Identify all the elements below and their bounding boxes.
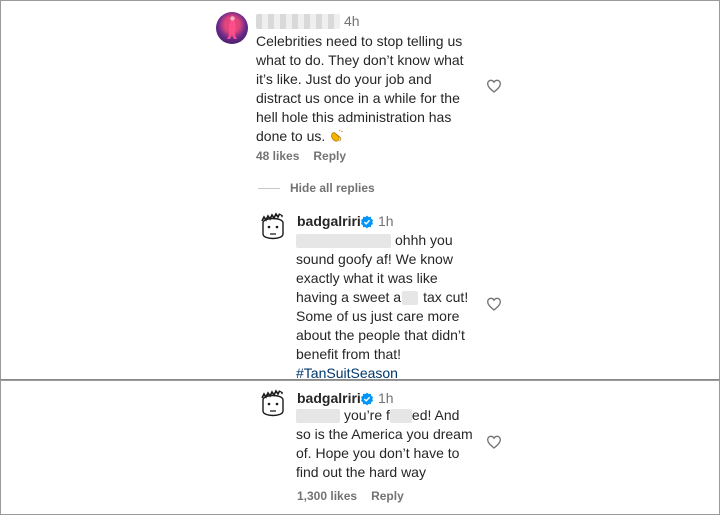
like-heart-icon[interactable]	[486, 78, 502, 94]
redacted-mention	[296, 409, 340, 424]
reply-text: ohhh you sound goofy af! We know exactly…	[296, 231, 468, 383]
comment-line: it’s like. Just do your job and	[256, 71, 432, 87]
reply-button[interactable]: Reply	[313, 149, 346, 163]
clapping-hands-icon	[331, 129, 343, 142]
commenter-username-redacted[interactable]	[256, 13, 340, 31]
reply-line: benefit from that!	[296, 346, 402, 362]
reply-actions: 1,300 likes Reply	[297, 489, 404, 503]
likes-count[interactable]: 48 likes	[256, 149, 299, 163]
reply-timestamp: 1h	[378, 390, 394, 406]
reply-line: of. Hope you don’t have to	[296, 445, 460, 461]
comment-timestamp: 4h	[344, 13, 360, 29]
verified-badge-icon	[360, 215, 374, 229]
hashtag-link[interactable]: #TanSuitSeason	[296, 364, 468, 383]
reply-username[interactable]: badgalriri	[297, 390, 361, 406]
doodle-face-icon	[261, 389, 285, 417]
redacted-word	[402, 291, 419, 306]
reply-line: you’re f	[344, 407, 390, 423]
verified-badge-icon	[360, 392, 374, 406]
badgalriri-avatar[interactable]	[257, 389, 289, 421]
avatar-figure-icon	[227, 16, 237, 39]
reply-line: so is the America you dream	[296, 426, 473, 442]
reply-line: sound goofy af! We know	[296, 251, 453, 267]
redacted-word	[389, 409, 412, 424]
reply-username[interactable]: badgalriri	[297, 213, 361, 229]
comment-actions: 48 likes Reply	[256, 149, 346, 163]
hide-all-replies-button[interactable]: Hide all replies	[290, 181, 375, 195]
reply-line: ohhh you	[395, 232, 453, 248]
likes-count[interactable]: 1,300 likes	[297, 489, 357, 503]
reply-text: you’re f ed! And so is the America you dr…	[296, 406, 473, 482]
reply-line: ed! And	[411, 407, 460, 423]
comment-line: what to do. They don’t know what	[256, 52, 464, 68]
reply-line: Some of us just care more	[296, 308, 460, 324]
reply-timestamp: 1h	[378, 213, 394, 229]
reply-line: having a sweet a	[296, 289, 402, 305]
hide-replies-row[interactable]: Hide all replies	[258, 181, 375, 195]
badgalriri-avatar[interactable]	[257, 212, 289, 244]
comment-line: Celebrities need to stop telling us	[256, 33, 463, 49]
comment-line: done to us.	[256, 128, 326, 144]
comment-text: Celebrities need to stop telling us what…	[256, 32, 464, 146]
reply-line: find out the hard way	[296, 464, 426, 480]
reply-line: tax cut!	[423, 289, 469, 305]
reply-button[interactable]: Reply	[371, 489, 404, 503]
doodle-face-icon	[261, 212, 285, 240]
commenter-avatar[interactable]	[216, 12, 248, 44]
like-heart-icon[interactable]	[486, 296, 502, 312]
comment-line: distract us once in a while for the	[256, 90, 460, 106]
like-heart-icon[interactable]	[486, 434, 502, 450]
reply-line: about the people that didn’t	[296, 327, 465, 343]
comment-line: hell hole this administration has	[256, 109, 452, 125]
hide-replies-line	[258, 187, 280, 189]
redacted-mention	[296, 234, 391, 249]
reply-line: exactly what it was like	[296, 270, 438, 286]
